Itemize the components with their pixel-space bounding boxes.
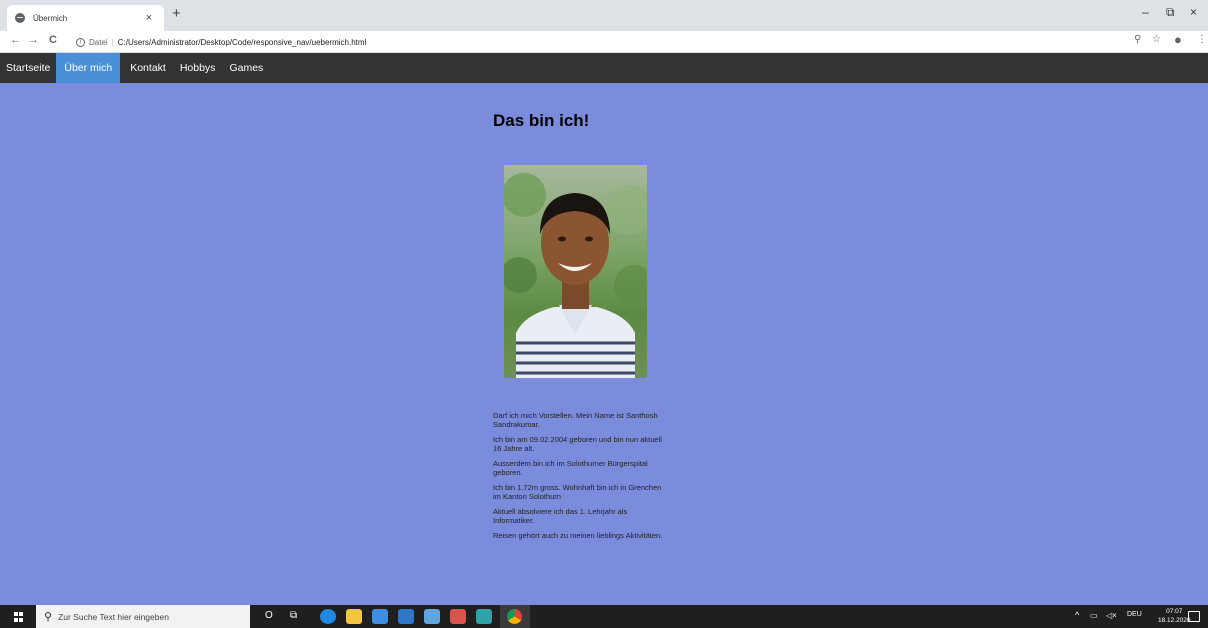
windows-taskbar: ⚲ Zur Suche Text hier eingeben O ⧉ ^ ▭ ◁… <box>0 605 1208 628</box>
menu-icon[interactable]: ⋮ <box>1197 34 1207 45</box>
site-navigation: Startseite Über mich Kontakt Hobbys Game… <box>0 53 1208 83</box>
notification-icon[interactable] <box>1188 611 1200 622</box>
search-placeholder: Zur Suche Text hier eingeben <box>58 611 169 622</box>
browser-tab-strip: Übermich × + – ⧉ × <box>0 0 1208 31</box>
network-icon[interactable]: ▭ <box>1090 611 1098 620</box>
about-paragraph: Darf ich mich Vorstellen. Mein Name ist … <box>493 411 658 429</box>
app-icon[interactable] <box>476 609 492 624</box>
maximize-icon[interactable]: ⧉ <box>1166 5 1175 20</box>
profile-photo <box>504 165 647 378</box>
url-text: C:/Users/Administrator/Desktop/Code/resp… <box>117 37 367 47</box>
chrome-taskbar-slot[interactable] <box>500 605 530 628</box>
url-scheme: Datei <box>89 37 108 47</box>
page-content: Das bin ich! Darf ich mich Vorstellen. M… <box>0 83 1208 605</box>
nav-item-hobbys[interactable]: Hobbys <box>172 53 222 83</box>
about-paragraph: Ich bin 1.72m gross. Wohnhaft bin ich in… <box>493 483 662 501</box>
about-text: Darf ich mich Vorstellen. Mein Name ist … <box>493 411 665 548</box>
edge-icon[interactable] <box>320 609 336 624</box>
windows-start-icon[interactable] <box>14 612 24 622</box>
task-view-icon[interactable]: ⧉ <box>290 610 297 621</box>
store-icon[interactable] <box>372 609 388 624</box>
minimize-icon[interactable]: – <box>1142 5 1149 19</box>
app-icon[interactable] <box>424 609 440 624</box>
file-explorer-icon[interactable] <box>346 609 362 624</box>
reload-icon[interactable]: C <box>49 34 57 46</box>
tray-chevron-icon[interactable]: ^ <box>1075 610 1079 620</box>
about-paragraph: Reisen gehört auch zu meinen lieblings A… <box>493 531 663 540</box>
browser-tab[interactable]: Übermich × <box>7 5 164 31</box>
tab-title: Übermich <box>33 13 68 23</box>
close-window-icon[interactable]: × <box>1190 5 1197 19</box>
system-clock[interactable]: 07:07 18.12.2020 <box>1158 608 1191 625</box>
portrait-illustration <box>504 173 647 378</box>
forward-icon[interactable]: → <box>28 34 39 46</box>
nav-item-kontakt[interactable]: Kontakt <box>120 53 172 83</box>
taskbar-search-box[interactable]: ⚲ Zur Suche Text hier eingeben <box>36 605 250 628</box>
clock-date: 18.12.2020 <box>1158 616 1191 624</box>
tab-close-icon[interactable]: × <box>142 12 156 24</box>
nav-item-ueber-mich[interactable]: Über mich <box>56 53 121 83</box>
page-title: Das bin ich! <box>493 111 590 130</box>
nav-item-startseite[interactable]: Startseite <box>0 53 56 83</box>
info-icon[interactable]: i <box>76 37 85 47</box>
language-indicator[interactable]: DEU <box>1127 611 1142 618</box>
bookmark-star-icon[interactable]: ☆ <box>1152 34 1161 45</box>
about-paragraph: Ausserdem bin ich im Solothurner Bürgers… <box>493 459 648 477</box>
search-icon: ⚲ <box>44 611 53 623</box>
profile-icon[interactable]: ● <box>1174 32 1182 47</box>
about-paragraph: Aktuell absolviere ich das 1. Lehrjahr a… <box>493 507 628 525</box>
about-paragraph: Ich bin am 09.02.2004 geboren und bin nu… <box>493 435 662 453</box>
mail-icon[interactable] <box>398 609 414 624</box>
clock-time: 07:07 <box>1166 608 1183 615</box>
url-separator: | <box>111 37 114 47</box>
nav-item-games[interactable]: Games <box>221 53 269 83</box>
back-icon[interactable]: ← <box>10 34 21 46</box>
paint-icon[interactable] <box>450 609 466 624</box>
browser-toolbar: ← → C i Datei | C:/Users/Administrator/D… <box>0 31 1208 53</box>
zoom-icon[interactable]: ⚲ <box>1134 34 1141 45</box>
volume-icon[interactable]: ◁× <box>1106 611 1117 620</box>
chrome-icon <box>507 609 522 624</box>
cortana-icon[interactable]: O <box>265 610 273 621</box>
new-tab-icon[interactable]: + <box>172 5 181 22</box>
address-bar[interactable]: i Datei | C:/Users/Administrator/Desktop… <box>76 33 1131 51</box>
globe-icon <box>15 13 25 23</box>
